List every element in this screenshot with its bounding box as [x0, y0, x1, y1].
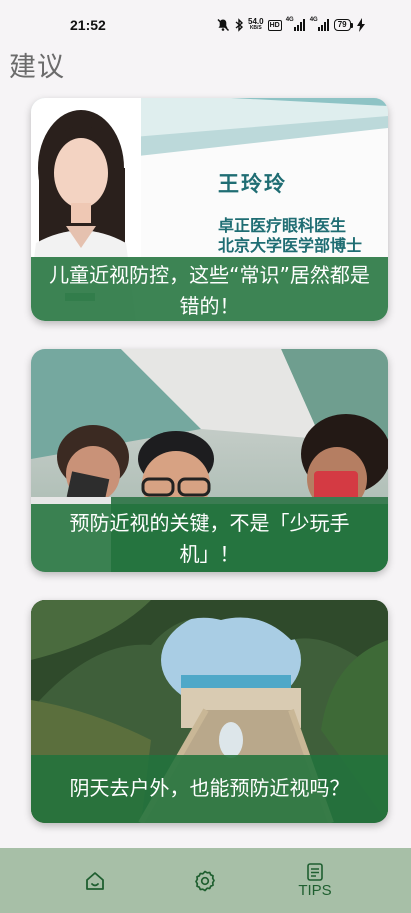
mute-icon: [216, 18, 230, 32]
banner-line: 北京大学医学部博士: [218, 236, 363, 255]
settings-icon: [195, 870, 215, 891]
status-bar: 21:52 54.0 KB/S HD 4G 4G 79: [0, 0, 411, 40]
article-card[interactable]: 阴天去户外，也能预防近视吗？: [31, 600, 388, 823]
banner-line: 卓正医疗眼科医生: [218, 216, 347, 235]
article-card[interactable]: 预防近视的关键，不是「少玩手机」！: [31, 349, 388, 572]
tab-tips[interactable]: TIPS: [285, 848, 345, 913]
tips-icon: [307, 863, 323, 881]
status-icons: 54.0 KB/S HD 4G 4G 79: [216, 16, 365, 34]
battery-icon: 79: [333, 19, 353, 31]
page-title: 建议: [9, 52, 65, 83]
signal-label: 4G: [309, 17, 318, 23]
hd-icon: HD: [267, 19, 282, 31]
signal-icon: 4G: [309, 17, 330, 31]
article-title: 儿童近视防控，这些“常识”居然都是错的！: [31, 257, 388, 321]
status-time: 21:52: [70, 17, 106, 33]
tab-settings[interactable]: [175, 848, 235, 913]
net-speed-value: 54.0: [248, 17, 264, 26]
home-icon: [86, 871, 104, 890]
net-speed-unit: KB/S: [249, 25, 262, 31]
article-card[interactable]: 王玲玲 卓正医疗眼科医生 北京大学医学部博士 儿童近视防控，这些“常识”居然都是…: [31, 98, 388, 321]
charging-icon: [356, 18, 365, 32]
signal-label: 4G: [285, 17, 294, 23]
tab-home[interactable]: [65, 848, 125, 913]
article-title: 预防近视的关键，不是「少玩手机」！: [31, 504, 388, 572]
net-speed: 54.0 KB/S: [248, 18, 264, 32]
battery-level: 79: [333, 19, 351, 31]
article-title: 阴天去户外，也能预防近视吗？: [31, 755, 388, 823]
banner-doctor-name: 王玲玲: [218, 172, 287, 196]
banner-doctor-title: 卓正医疗眼科医生 北京大学医学部博士: [218, 216, 362, 256]
bluetooth-icon: [234, 18, 244, 32]
bottom-tab-bar: TIPS: [0, 848, 411, 913]
signal-icon: 4G: [285, 17, 306, 31]
tab-tips-label: TIPS: [298, 882, 332, 899]
